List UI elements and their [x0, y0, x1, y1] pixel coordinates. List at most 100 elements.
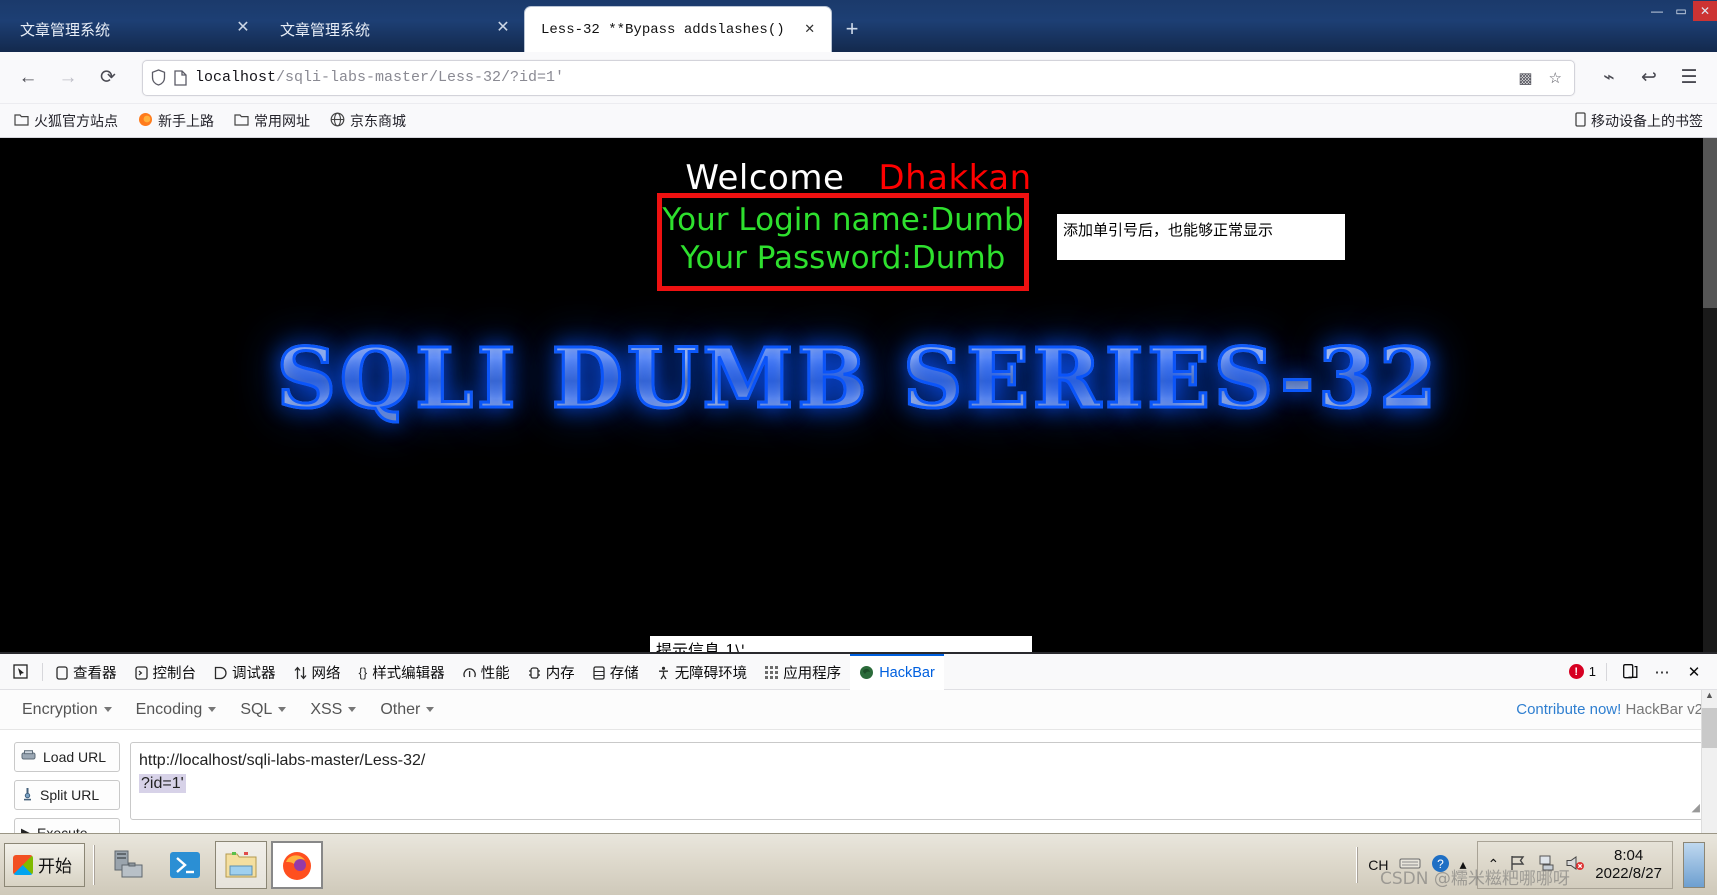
- devtools-tab-performance[interactable]: 性能: [454, 654, 519, 690]
- error-count-badge[interactable]: ! 1: [1568, 664, 1596, 679]
- hackbar-url-textarea[interactable]: http://localhost/sqli-labs-master/Less-3…: [130, 742, 1703, 820]
- extensions-icon[interactable]: ⌁: [1591, 60, 1627, 96]
- bookmark-star-icon[interactable]: ☆: [1545, 69, 1566, 87]
- taskbar-powershell-icon[interactable]: [159, 841, 211, 889]
- qrcode-icon[interactable]: ▩: [1514, 69, 1536, 87]
- hackbar-scrollbar[interactable]: ▲: [1701, 690, 1717, 833]
- hackbar-scrollbar-thumb[interactable]: [1702, 708, 1717, 748]
- app-menu-icon[interactable]: ☰: [1671, 60, 1707, 96]
- page-scrollbar[interactable]: [1703, 138, 1717, 654]
- contribute-link[interactable]: Contribute now!: [1516, 701, 1621, 718]
- devtools-tab-debugger[interactable]: 调试器: [205, 654, 285, 690]
- browser-tab-2[interactable]: 文章管理系统 ✕: [264, 6, 524, 52]
- tab-close-icon[interactable]: ✕: [232, 18, 254, 40]
- history-icon[interactable]: ↩: [1631, 60, 1667, 96]
- welcome-name: Dhakkan: [878, 158, 1032, 198]
- hackbar-body: Load URL Split URL ▶ Execute http://loc: [0, 730, 1717, 848]
- devtools-tab-label: 网络: [311, 666, 341, 682]
- scroll-up-icon[interactable]: ▲: [1702, 690, 1717, 706]
- url-bar[interactable]: localhost/sqli-labs-master/Less-32/?id=1…: [142, 59, 1575, 96]
- devtools-tab-application[interactable]: 应用程序: [756, 654, 850, 690]
- devtools-tab-accessibility[interactable]: 无障碍环境: [648, 654, 757, 690]
- start-button[interactable]: 开始: [4, 842, 85, 887]
- welcome-text: Welcome: [685, 158, 845, 198]
- hackbar-menu-other[interactable]: Other: [372, 697, 442, 723]
- new-tab-button[interactable]: +: [832, 16, 873, 52]
- url-path: /sqli-labs-master/Less-32/?id=1': [276, 69, 565, 86]
- hackbar-menu-encryption[interactable]: Encryption: [14, 697, 120, 723]
- hackbar-menu-sql[interactable]: SQL: [232, 697, 294, 723]
- devtools-tab-label: 控制台: [152, 666, 197, 682]
- split-url-button[interactable]: Split URL: [14, 780, 120, 810]
- braces-icon: {}: [358, 665, 368, 680]
- taskbar-clock[interactable]: 8:04 2022/8/27: [1595, 847, 1662, 882]
- keyboard-icon[interactable]: [1399, 856, 1421, 873]
- load-url-button[interactable]: Load URL: [14, 742, 120, 772]
- tab-close-icon[interactable]: ✕: [492, 18, 514, 40]
- devtools-tab-style-editor[interactable]: {} 样式编辑器: [350, 654, 454, 690]
- tray-expand-arrow-icon[interactable]: ⌃: [1488, 856, 1500, 873]
- hackbar-version-label: HackBar v2: [1625, 701, 1703, 718]
- browser-tab-1[interactable]: 文章管理系统 ✕: [4, 6, 264, 52]
- mobile-icon: [1575, 112, 1586, 129]
- url-text: localhost/sqli-labs-master/Less-32/?id=1…: [195, 69, 1506, 86]
- taskbar-server-manager-icon[interactable]: [103, 841, 155, 889]
- bookmark-item-3[interactable]: 常用网址: [228, 109, 316, 133]
- close-window-button[interactable]: ✕: [1693, 1, 1717, 21]
- menu-label: Other: [380, 700, 421, 718]
- bookmark-label: 移动设备上的书签: [1591, 112, 1703, 129]
- minimize-button[interactable]: —: [1645, 1, 1669, 21]
- maximize-button[interactable]: ▭: [1669, 1, 1693, 21]
- page-scrollbar-thumb[interactable]: [1703, 138, 1717, 308]
- browser-tab-3-active[interactable]: Less-32 **Bypass addslashes() ✕: [524, 6, 832, 52]
- globe-icon: [330, 112, 345, 129]
- element-picker-icon[interactable]: [4, 657, 38, 687]
- clock-time: 8:04: [1614, 847, 1644, 865]
- devtools-tab-label: 查看器: [73, 666, 117, 682]
- split-url-label: Split URL: [40, 787, 100, 803]
- show-desktop-button[interactable]: [1683, 841, 1705, 888]
- inspector-icon: [56, 665, 68, 680]
- devtools-tab-console[interactable]: 控制台: [126, 654, 206, 690]
- split-console-icon[interactable]: [1617, 659, 1643, 685]
- taskbar-firefox-icon[interactable]: [271, 840, 323, 889]
- url-host: localhost: [195, 69, 277, 86]
- devtools-close-icon[interactable]: ✕: [1681, 659, 1707, 685]
- devtools-more-menu-icon[interactable]: ⋯: [1649, 659, 1675, 685]
- tray-expand-icon[interactable]: ▴: [1460, 856, 1467, 873]
- tab-close-icon[interactable]: ✕: [799, 19, 821, 41]
- reload-button[interactable]: ⟳: [90, 60, 126, 96]
- hackbar-menu-xss[interactable]: XSS: [302, 697, 364, 723]
- bookmark-item-mobile[interactable]: 移动设备上的书签: [1569, 109, 1709, 133]
- flag-icon[interactable]: [1509, 854, 1527, 875]
- help-icon[interactable]: ?: [1431, 854, 1450, 876]
- hackbar-url-line-1: http://localhost/sqli-labs-master/Less-3…: [139, 752, 426, 769]
- back-button[interactable]: ←: [10, 60, 46, 96]
- tray-divider: [1356, 846, 1359, 883]
- bookmark-item-4[interactable]: 京东商城: [324, 109, 412, 133]
- console-icon: [134, 665, 148, 680]
- input-method-indicator[interactable]: CH: [1368, 857, 1388, 873]
- bookmark-item-2[interactable]: 新手上路: [132, 109, 220, 133]
- textarea-resize-handle[interactable]: ◢: [1692, 801, 1700, 817]
- devtools-tab-hackbar[interactable]: HackBar: [850, 653, 944, 690]
- hackbar-url-line-2: ?id=1': [139, 772, 1694, 795]
- volume-icon[interactable]: [1565, 854, 1585, 875]
- credentials-box: Your Login name:Dumb Your Password:Dumb: [657, 193, 1029, 291]
- bookmark-item-1[interactable]: 火狐官方站点: [8, 109, 124, 133]
- chevron-down-icon: [103, 707, 112, 712]
- taskbar-file-explorer-icon[interactable]: [215, 840, 267, 889]
- devtools-tab-label: 内存: [545, 666, 575, 682]
- devtools-tab-network[interactable]: 网络: [285, 654, 350, 690]
- start-label: 开始: [38, 857, 72, 876]
- hackbar-menu-encoding[interactable]: Encoding: [128, 697, 225, 723]
- network-arrows-icon: [294, 666, 307, 680]
- devtools-tab-inspector[interactable]: 查看器: [47, 654, 126, 690]
- browser-window: 文章管理系统 ✕ 文章管理系统 ✕ Less-32 **Bypass addsl…: [0, 0, 1717, 895]
- devtools-tab-label: 无障碍环境: [674, 666, 748, 682]
- devtools-tab-memory[interactable]: 内存: [519, 654, 584, 690]
- devtools-tab-storage[interactable]: 存储: [584, 654, 648, 690]
- page-info-icon[interactable]: [174, 69, 187, 86]
- folder-icon: [14, 113, 29, 128]
- network-icon[interactable]: [1537, 854, 1555, 875]
